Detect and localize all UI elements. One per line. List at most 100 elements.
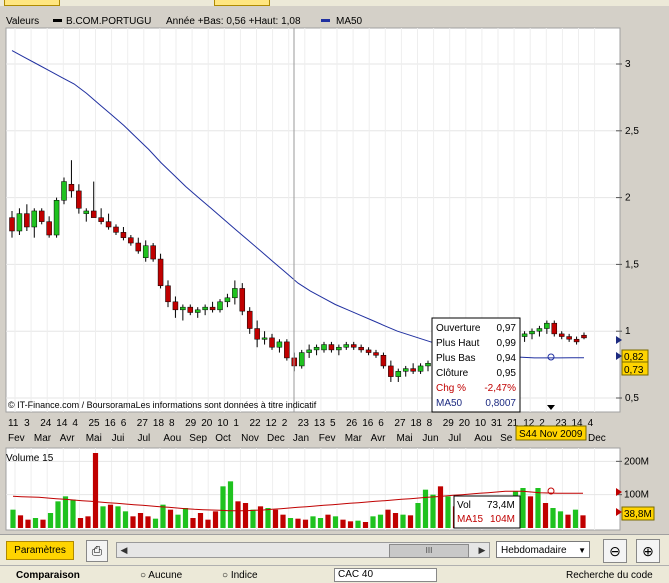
candle xyxy=(425,363,431,367)
zoom-in-icon[interactable]: ⊕ xyxy=(636,539,660,563)
search-code-link[interactable]: Recherche du code xyxy=(566,570,653,581)
volume-bar xyxy=(355,520,361,528)
date-label: 10 xyxy=(217,418,229,429)
month-label: Fev xyxy=(319,433,336,444)
candle xyxy=(365,349,372,353)
indice-label: Indice xyxy=(230,570,258,581)
date-label: 20 xyxy=(201,418,213,429)
candle xyxy=(209,306,216,311)
volume-bar xyxy=(565,514,571,528)
candle xyxy=(83,210,90,214)
comparison-bar: Comparaison ○ Aucune ○ Indice CAC 40 Rec… xyxy=(0,565,669,583)
candle xyxy=(521,333,528,337)
date-label: 20 xyxy=(459,418,471,429)
candle xyxy=(529,330,535,335)
volume-bar xyxy=(430,494,436,528)
zoom-out-icon[interactable]: ⊖ xyxy=(603,539,627,563)
vol-tooltip-label: Vol xyxy=(457,500,471,511)
candle xyxy=(417,365,424,372)
ma-price-value: 0,73 xyxy=(624,365,644,376)
volume-bar xyxy=(235,501,241,528)
parametres-button[interactable]: Paramètres xyxy=(6,541,74,560)
month-label: Avr xyxy=(371,433,386,444)
date-label: 31 xyxy=(491,418,503,429)
scroll-left-icon[interactable]: ◀ xyxy=(117,543,131,557)
candle xyxy=(38,210,45,222)
print-icon[interactable]: ⎙ xyxy=(86,540,108,562)
price-tick-label: 0,5 xyxy=(625,393,639,404)
volume-bar xyxy=(392,513,399,528)
volume-tick-label: 200M xyxy=(624,456,649,467)
candle xyxy=(373,352,379,356)
volume-bar xyxy=(557,511,564,528)
volume-bar xyxy=(70,499,76,528)
candle xyxy=(254,328,260,340)
candle xyxy=(61,181,67,201)
index-select[interactable]: CAC 40 xyxy=(334,568,437,582)
timeline-scrollbar[interactable]: ◀ III ▶ xyxy=(116,542,490,558)
volume-bar xyxy=(107,504,114,528)
candle xyxy=(76,190,82,209)
date-label: 27 xyxy=(394,418,406,429)
candle xyxy=(343,344,350,348)
radio-indice[interactable]: ○ Indice xyxy=(222,570,258,581)
volume-bar xyxy=(25,519,31,528)
candle xyxy=(284,341,290,359)
volume-bar xyxy=(317,518,324,528)
candle xyxy=(135,242,142,252)
tooltip-label: MA50 xyxy=(436,398,463,409)
candle xyxy=(150,245,156,260)
tooltip-label: Plus Bas xyxy=(436,353,475,364)
volume-bar xyxy=(137,513,144,528)
period-select[interactable]: Hebdomadaire ▼ xyxy=(496,541,590,558)
candle xyxy=(202,306,208,311)
tooltip-label: Plus Haut xyxy=(436,338,480,349)
volume-bar xyxy=(100,506,106,528)
candle xyxy=(544,322,550,329)
volume-bar xyxy=(10,509,16,528)
month-label: Jun xyxy=(422,433,438,444)
candle xyxy=(558,333,565,337)
scroll-right-icon[interactable]: ▶ xyxy=(475,543,489,557)
candle xyxy=(239,288,246,312)
tooltip-value: 0,8007 xyxy=(485,398,516,409)
volume-bar xyxy=(407,515,414,528)
volume-bar xyxy=(287,518,294,528)
volume-bar xyxy=(370,516,376,528)
volume-bar xyxy=(205,519,211,528)
tooltip-value: 0,94 xyxy=(497,353,517,364)
date-label: 4 xyxy=(72,418,78,429)
scroll-thumb[interactable]: III xyxy=(389,544,469,558)
date-label: 25 xyxy=(89,418,101,429)
tooltip-value: 0,95 xyxy=(497,368,517,379)
date-label: 11 xyxy=(8,418,19,429)
period-value: Hebdomadaire xyxy=(501,545,567,556)
volume-bar xyxy=(445,496,451,528)
candle xyxy=(187,306,194,313)
tooltip-value: 0,97 xyxy=(497,323,517,334)
comparaison-label: Comparaison xyxy=(16,570,80,581)
month-label: Jan xyxy=(293,433,309,444)
date-label: 2 xyxy=(282,418,288,429)
date-label: 26 xyxy=(346,418,358,429)
volume-bar xyxy=(167,509,174,528)
candle xyxy=(402,368,409,372)
date-label: 12 xyxy=(266,418,278,429)
candle xyxy=(306,349,312,353)
candle xyxy=(120,232,127,238)
candle xyxy=(98,217,104,222)
chart-toolbar: Paramètres ⎙ ◀ III ▶ Hebdomadaire ▼ ⊖ ⊕ xyxy=(0,534,669,565)
volume-bar xyxy=(62,496,69,528)
stock-chart[interactable]: Valeurs B.COM.PORTUGU Année +Bas: 0,56 +… xyxy=(0,0,669,534)
volume-bar xyxy=(415,503,421,528)
volume-bar xyxy=(325,514,331,528)
volume-bar xyxy=(122,511,129,528)
candle xyxy=(232,288,238,299)
volume-bar xyxy=(347,521,354,528)
volume-bar xyxy=(182,508,189,528)
volume-bar xyxy=(55,501,61,528)
volume-bar xyxy=(115,506,121,528)
volume-bar xyxy=(295,518,301,528)
radio-aucune[interactable]: ○ Aucune xyxy=(140,570,182,581)
volume-bar xyxy=(400,514,406,528)
